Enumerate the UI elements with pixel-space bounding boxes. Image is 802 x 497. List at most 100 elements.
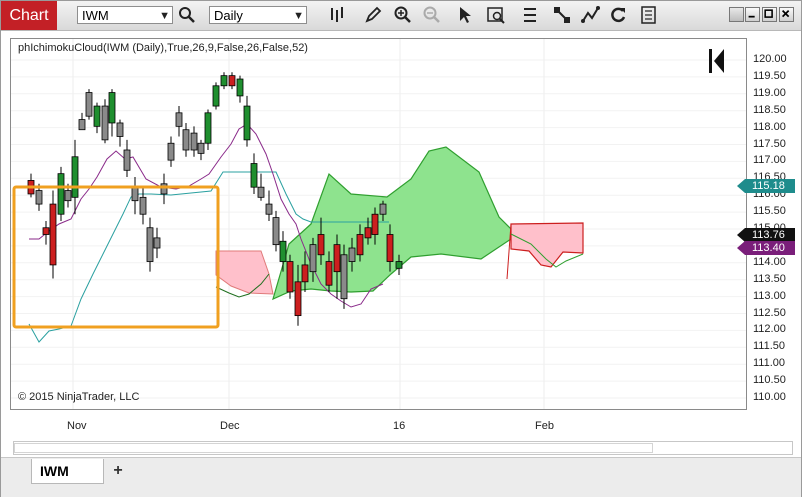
zoom-in-icon[interactable]	[393, 5, 413, 25]
chevron-down-icon: ▼	[293, 10, 304, 22]
candle-body	[71, 156, 79, 198]
price-tick-label: 119.00	[753, 86, 786, 99]
candle-body	[175, 112, 183, 127]
instrument-selector[interactable]: IWM ▼	[77, 6, 173, 24]
time-tick-label: 16	[393, 420, 406, 432]
add-tab-button[interactable]: +	[107, 460, 129, 482]
candle-body	[317, 234, 325, 256]
scrollbar-thumb[interactable]	[14, 443, 653, 453]
price-tick-label: 115.50	[753, 205, 786, 218]
candle-body	[356, 234, 364, 256]
time-axis[interactable]: Nov Dec 16 Feb	[10, 413, 747, 437]
candle-body	[182, 129, 190, 151]
candle-body	[301, 264, 309, 283]
candle-body	[309, 244, 317, 273]
search-icon[interactable]	[177, 5, 197, 25]
tab-bar: IWM +	[1, 457, 801, 497]
bar-type-icon[interactable]	[327, 5, 347, 25]
candle-body	[64, 190, 72, 202]
zoom-out-icon[interactable]	[422, 5, 442, 25]
candle-body	[49, 203, 57, 266]
price-axis[interactable]: 120.00 119.50 119.00 118.50 118.00 117.50 117.…	[747, 38, 797, 410]
candle-body	[294, 281, 302, 317]
candle-body	[340, 254, 348, 300]
candle-body	[35, 190, 43, 205]
reload-icon[interactable]	[608, 5, 628, 25]
cloud-bull-area	[272, 146, 512, 301]
time-tick-label: Nov	[67, 420, 87, 432]
candle-body	[212, 85, 220, 107]
maximize-button[interactable]	[762, 7, 777, 22]
data-box-icon[interactable]	[486, 5, 506, 25]
candle-body	[333, 244, 341, 273]
price-tick-label: 113.50	[753, 272, 786, 285]
scroll-to-end-icon-arrow	[714, 49, 724, 73]
candle-body	[146, 227, 154, 262]
price-tick-label: 110.50	[753, 374, 786, 387]
candle-body	[42, 227, 50, 235]
candle-body	[272, 217, 280, 246]
price-tick-label: 111.00	[753, 357, 786, 370]
candle-body	[348, 247, 356, 262]
candle-body	[160, 183, 168, 195]
candle-body	[228, 75, 236, 87]
chart-panel[interactable]: phIchimokuCloud(IWM (Daily),True,26,9,Fa…	[10, 38, 747, 410]
indicator-label: phIchimokuCloud(IWM (Daily),True,26,9,Fa…	[18, 42, 308, 54]
candle-body	[325, 261, 333, 286]
minimize-button[interactable]	[745, 7, 760, 22]
indicators-icon[interactable]	[581, 5, 601, 25]
tab-iwm[interactable]: IWM	[31, 459, 104, 484]
candle-body	[265, 203, 273, 215]
copyright-text: © 2015 NinjaTrader, LLC	[18, 391, 140, 403]
candle-body	[57, 173, 65, 215]
candle-body	[139, 196, 147, 215]
price-tick-label: 112.50	[753, 306, 786, 319]
candle-body	[386, 234, 394, 262]
candle-body	[250, 163, 258, 188]
candle-body	[286, 261, 294, 293]
close-button[interactable]	[779, 7, 794, 22]
price-tick-label: 114.00	[753, 255, 786, 268]
pointer-icon[interactable]	[455, 5, 475, 25]
interval-selector[interactable]: Daily ▼	[209, 6, 307, 24]
titlebar: Chart IWM ▼ Daily ▼	[1, 1, 801, 31]
minimize-disabled-button[interactable]	[729, 7, 744, 22]
candle-body	[197, 142, 205, 154]
template-icon[interactable]	[639, 5, 659, 25]
price-tick-label: 117.00	[753, 154, 786, 167]
strategy-icon[interactable]	[552, 5, 572, 25]
price-marker-tag: 113.76	[737, 228, 795, 242]
candle-body	[93, 105, 101, 127]
candle-body	[395, 261, 403, 269]
candle-body	[116, 122, 124, 137]
candle-body	[78, 119, 86, 131]
candle-body	[243, 105, 251, 141]
candle-body	[220, 75, 228, 87]
price-tick-label: 113.00	[753, 289, 786, 302]
candle-body	[85, 92, 93, 117]
candle-body	[167, 142, 175, 161]
price-tick-label: 117.50	[753, 137, 786, 150]
cloud-bear-area	[215, 250, 274, 295]
candle-body	[379, 203, 387, 215]
properties-icon[interactable]	[520, 5, 540, 25]
time-tick-label: Dec	[220, 420, 240, 432]
candle-body	[190, 132, 198, 151]
chevron-down-icon: ▼	[159, 10, 170, 22]
candle-body	[108, 92, 116, 124]
price-tick-label: 111.50	[753, 340, 786, 353]
price-tick-label: 118.00	[753, 120, 786, 133]
window-title: Chart	[1, 1, 57, 30]
price-tick-label: 118.50	[753, 103, 786, 116]
candle-body	[204, 112, 212, 144]
price-marker-tag: 113.40	[737, 241, 795, 255]
scroll-to-end-icon-bar	[709, 49, 712, 73]
price-tick-label: 119.50	[753, 69, 786, 82]
candle-body	[153, 237, 161, 249]
pencil-icon[interactable]	[363, 5, 383, 25]
scroll-to-end-icon[interactable]	[709, 49, 724, 73]
candle-body	[279, 240, 287, 262]
price-tick-label: 112.00	[753, 323, 786, 336]
horizontal-scrollbar[interactable]	[13, 441, 793, 455]
candle-body	[131, 186, 139, 202]
